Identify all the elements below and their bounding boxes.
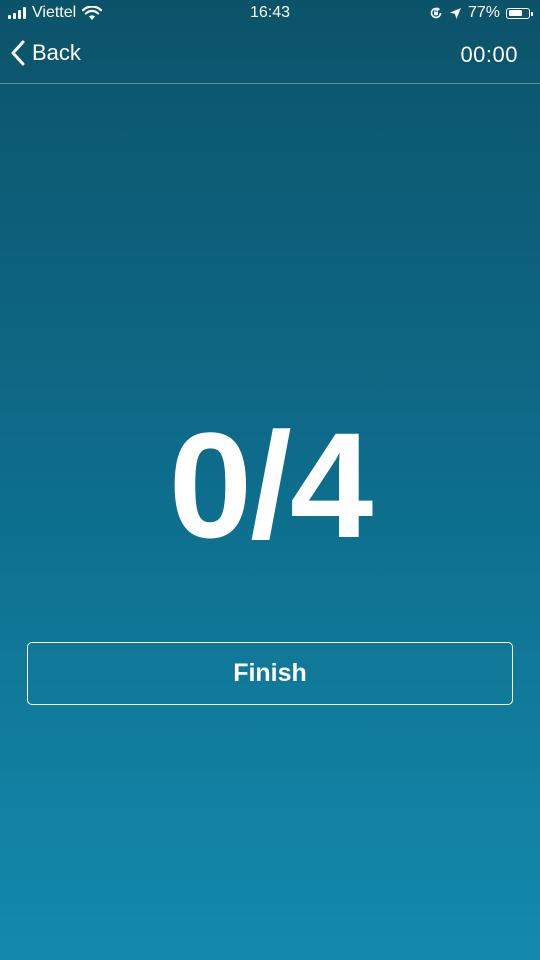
navigation-bar: Back 00:00 xyxy=(0,28,540,84)
status-right: 77% xyxy=(429,4,533,22)
battery-fill xyxy=(508,10,523,16)
status-bar: Viettel 16:43 77% xyxy=(0,0,540,28)
location-icon xyxy=(449,7,461,19)
timer: 00:00 xyxy=(460,42,518,67)
back-label: Back xyxy=(32,40,81,65)
battery-icon xyxy=(506,7,533,19)
finish-button[interactable]: Finish xyxy=(27,642,513,705)
score-display: 0/4 xyxy=(168,401,374,569)
battery-percent: 77% xyxy=(467,4,500,21)
chevron-left-icon xyxy=(11,40,25,66)
orientation-lock-icon xyxy=(430,7,442,19)
back-button[interactable]: Back xyxy=(10,40,81,66)
